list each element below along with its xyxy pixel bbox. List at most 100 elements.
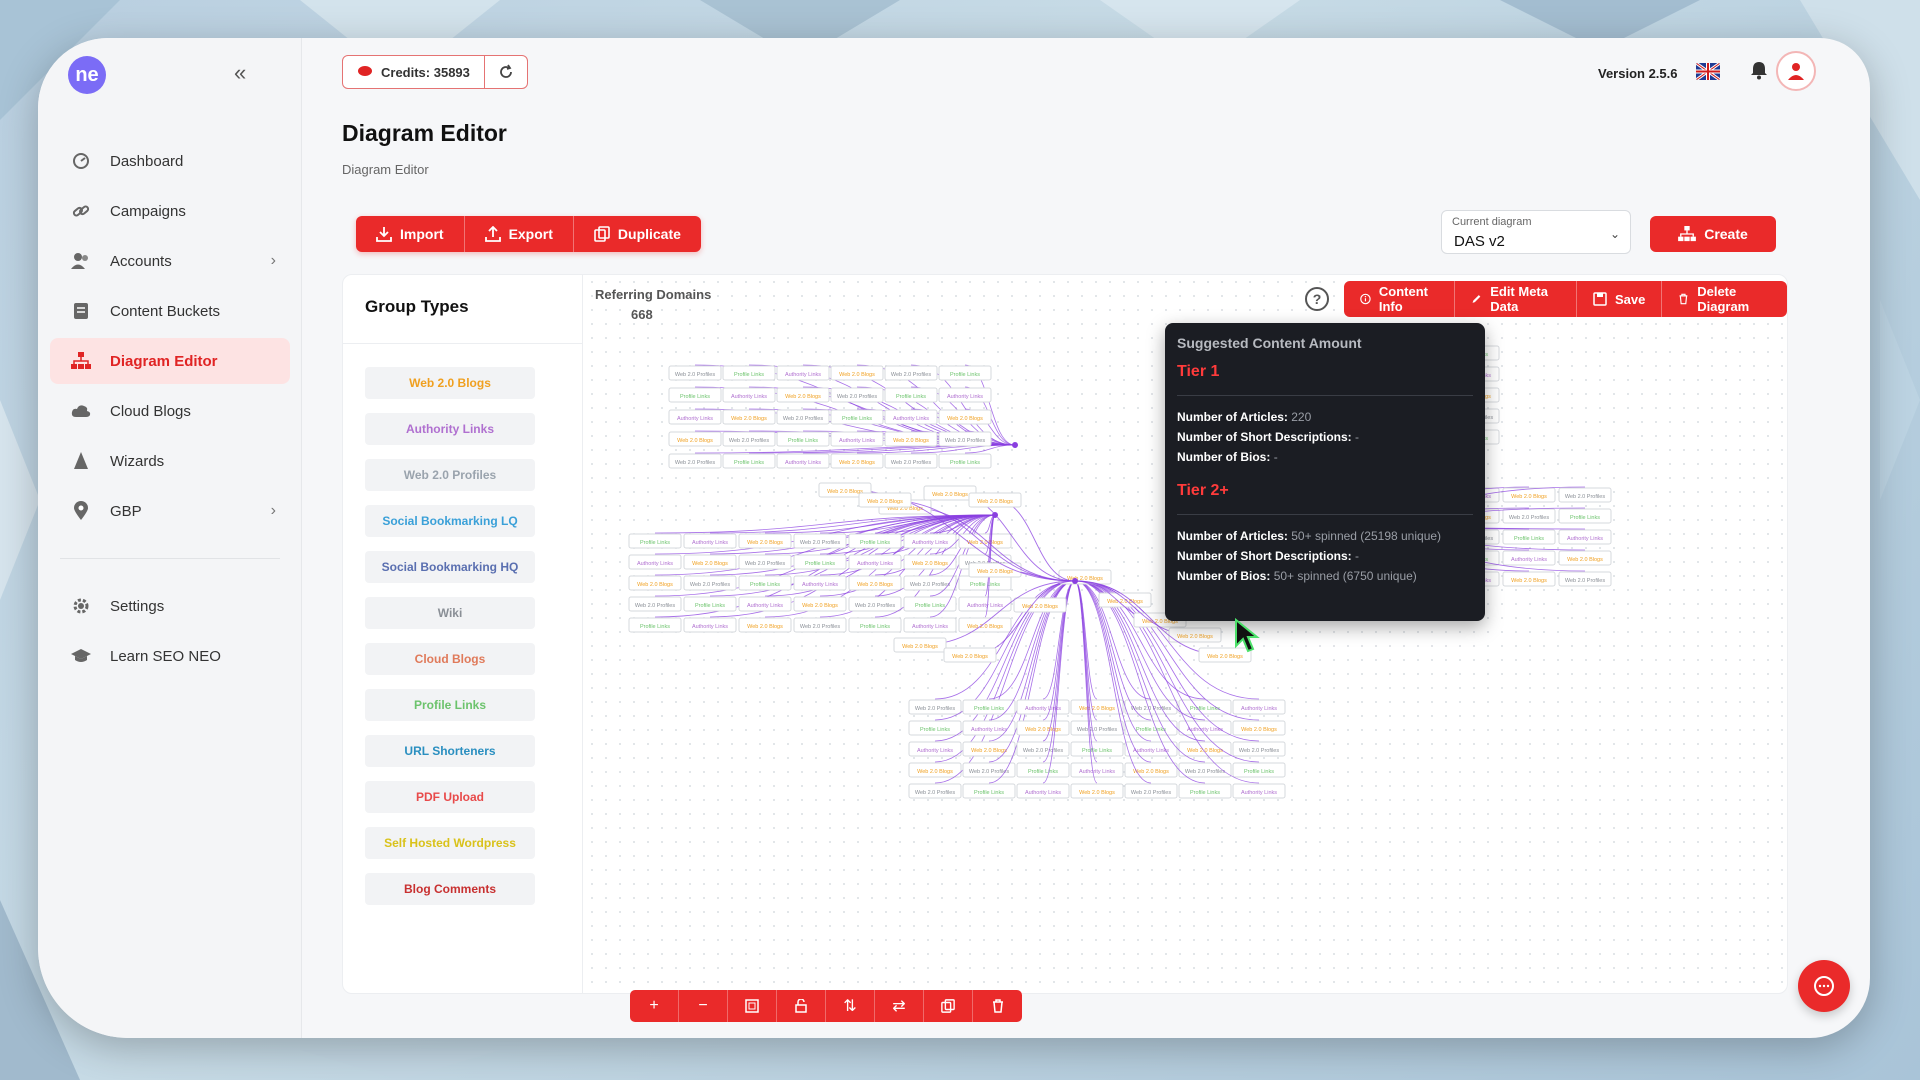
diagram-node[interactable]: Authority Links	[962, 720, 1016, 736]
diagram-node[interactable]: Web 2.0 Profiles	[884, 453, 938, 469]
delete-diagram-button[interactable]: Delete Diagram	[1662, 281, 1787, 317]
diagram-node[interactable]: Profile Links	[1232, 762, 1286, 778]
diagram-node[interactable]: Web 2.0 Blogs	[943, 647, 997, 663]
sidebar-item-campaigns[interactable]: Campaigns	[50, 188, 290, 234]
diagram-node[interactable]: Web 2.0 Blogs	[738, 617, 792, 633]
diagram-node[interactable]: Authority Links	[1502, 550, 1556, 566]
diagram-node[interactable]: Authority Links	[776, 453, 830, 469]
diagram-node[interactable]: Profile Links	[848, 533, 902, 549]
diagram-node[interactable]: Web 2.0 Blogs	[1558, 550, 1612, 566]
create-button[interactable]: Create	[1650, 216, 1776, 252]
diagram-node[interactable]: Web 2.0 Blogs	[830, 453, 884, 469]
current-diagram-select[interactable]: Current diagram DAS v2 ⌄	[1441, 210, 1631, 254]
diagram-node[interactable]: Web 2.0 Blogs	[958, 617, 1012, 633]
diagram-node[interactable]: Web 2.0 Profiles	[1070, 720, 1124, 736]
diagram-node[interactable]: Profile Links	[668, 387, 722, 403]
diagram-node[interactable]: Web 2.0 Blogs	[968, 492, 1022, 508]
sidebar-item-diagram-editor[interactable]: Diagram Editor	[50, 338, 290, 384]
diagram-node[interactable]: Web 2.0 Profiles	[1232, 741, 1286, 757]
diagram-canvas[interactable]: Web 2.0 Profiles Profile Links Authority L…	[585, 275, 1787, 993]
diagram-node[interactable]: Web 2.0 Blogs	[1168, 627, 1222, 643]
diagram-node[interactable]: Profile Links	[908, 720, 962, 736]
diagram-node[interactable]: Profile Links	[628, 533, 682, 549]
diagram-node[interactable]: Web 2.0 Profiles	[628, 596, 682, 612]
sidebar-item-accounts[interactable]: Accounts ›	[50, 238, 290, 284]
edit-meta-data-button[interactable]: Edit Meta Data	[1455, 281, 1577, 317]
diagram-node[interactable]: Web 2.0 Blogs	[683, 554, 737, 570]
diagram-node[interactable]: Authority Links	[830, 431, 884, 447]
diagram-node[interactable]: Profile Links	[722, 453, 776, 469]
diagram-node[interactable]: Profile Links	[683, 596, 737, 612]
language-flag-icon[interactable]	[1696, 63, 1720, 80]
diagram-node[interactable]: Authority Links	[793, 575, 847, 591]
sidebar-item-learn-seo-neo[interactable]: Learn SEO NEO	[50, 633, 290, 679]
diagram-node[interactable]: Profile Links	[628, 617, 682, 633]
group-type-chip[interactable]: PDF Upload	[365, 781, 535, 813]
diagram-node[interactable]: Web 2.0 Blogs	[893, 637, 947, 653]
diagram-node[interactable]: Web 2.0 Profiles	[884, 365, 938, 381]
diagram-node[interactable]: Web 2.0 Blogs	[1070, 699, 1124, 715]
diagram-hub[interactable]	[1072, 578, 1078, 584]
group-type-chip[interactable]: Authority Links	[365, 413, 535, 445]
diagram-node[interactable]: Web 2.0 Profiles	[793, 533, 847, 549]
diagram-node[interactable]: Authority Links	[1016, 699, 1070, 715]
diagram-node[interactable]: Authority Links	[722, 387, 776, 403]
diagram-node[interactable]: Authority Links	[1070, 762, 1124, 778]
diagram-node[interactable]: Profile Links	[793, 554, 847, 570]
diagram-node[interactable]: Web 2.0 Blogs	[628, 575, 682, 591]
diagram-node[interactable]: Web 2.0 Profiles	[962, 762, 1016, 778]
sidebar-item-wizards[interactable]: Wizards	[50, 438, 290, 484]
diagram-node[interactable]: Web 2.0 Profiles	[903, 575, 957, 591]
diagram-node[interactable]: Profile Links	[1070, 741, 1124, 757]
help-icon[interactable]: ?	[1305, 287, 1329, 311]
collapse-sidebar-icon[interactable]: «	[234, 60, 246, 86]
delete-node-button[interactable]	[973, 990, 1022, 1022]
diagram-node[interactable]: Web 2.0 Profiles	[668, 365, 722, 381]
group-type-chip[interactable]: Web 2.0 Blogs	[365, 367, 535, 399]
diagram-node[interactable]: Profile Links	[884, 387, 938, 403]
diagram-node[interactable]: Web 2.0 Profiles	[683, 575, 737, 591]
sidebar-item-settings[interactable]: Settings	[50, 583, 290, 629]
group-type-chip[interactable]: Blog Comments	[365, 873, 535, 905]
diagram-node[interactable]: Web 2.0 Blogs	[938, 409, 992, 425]
sidebar-item-cloud-blogs[interactable]: Cloud Blogs	[50, 388, 290, 434]
diagram-node[interactable]: Authority Links	[628, 554, 682, 570]
diagram-node[interactable]: Profile Links	[776, 431, 830, 447]
diagram-node[interactable]: Web 2.0 Blogs	[776, 387, 830, 403]
diagram-node[interactable]: Web 2.0 Blogs	[1070, 783, 1124, 799]
fit-view-button[interactable]	[728, 990, 777, 1022]
diagram-node[interactable]: Web 2.0 Profiles	[668, 453, 722, 469]
diagram-node[interactable]: Profile Links	[848, 617, 902, 633]
diagram-node[interactable]: Web 2.0 Blogs	[858, 492, 912, 508]
diagram-node[interactable]: Authority Links	[1016, 783, 1070, 799]
diagram-node[interactable]: Web 2.0 Blogs	[668, 431, 722, 447]
horizontal-layout-button[interactable]: ⇄	[875, 990, 924, 1022]
diagram-node[interactable]: Profile Links	[938, 365, 992, 381]
save-button[interactable]: Save	[1577, 281, 1663, 317]
diagram-node[interactable]: Authority Links	[1232, 699, 1286, 715]
diagram-node[interactable]: Authority Links	[903, 617, 957, 633]
diagram-node[interactable]: Web 2.0 Blogs	[1232, 720, 1286, 736]
refresh-credits-button[interactable]	[485, 56, 527, 88]
group-type-chip[interactable]: Social Bookmarking LQ	[365, 505, 535, 537]
diagram-node[interactable]: Profile Links	[962, 699, 1016, 715]
diagram-node[interactable]: Web 2.0 Blogs	[1013, 597, 1067, 613]
sidebar-item-content-buckets[interactable]: Content Buckets	[50, 288, 290, 334]
diagram-node[interactable]: Authority Links	[1558, 529, 1612, 545]
diagram-node[interactable]: Web 2.0 Profiles	[848, 596, 902, 612]
app-logo[interactable]: ne	[68, 56, 106, 94]
diagram-node[interactable]: Web 2.0 Blogs	[722, 409, 776, 425]
duplicate-button[interactable]: Duplicate	[574, 216, 701, 252]
vertical-layout-button[interactable]: ⇅	[826, 990, 875, 1022]
diagram-node[interactable]: Web 2.0 Profiles	[738, 554, 792, 570]
group-type-chip[interactable]: URL Shorteners	[365, 735, 535, 767]
copy-button[interactable]	[924, 990, 973, 1022]
diagram-node[interactable]: Web 2.0 Blogs	[923, 485, 977, 501]
zoom-in-button[interactable]: +	[630, 990, 679, 1022]
diagram-node[interactable]: Authority Links	[683, 533, 737, 549]
group-type-chip[interactable]: Self Hosted Wordpress	[365, 827, 535, 859]
diagram-node[interactable]: Authority Links	[668, 409, 722, 425]
diagram-node[interactable]: Web 2.0 Blogs	[1502, 487, 1556, 503]
diagram-node[interactable]: Web 2.0 Blogs	[1016, 720, 1070, 736]
diagram-node[interactable]: Profile Links	[1558, 508, 1612, 524]
